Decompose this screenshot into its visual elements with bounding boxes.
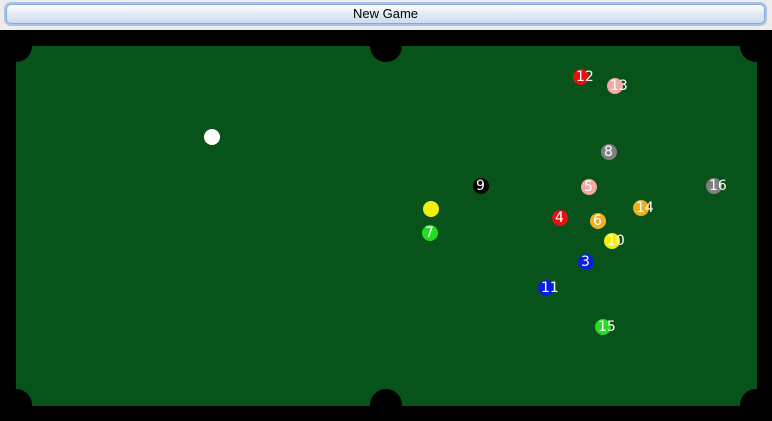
ball-number-label: 8 — [604, 144, 613, 160]
ball-number-label: 16 — [709, 178, 727, 194]
toolbar: New Game — [0, 0, 772, 30]
pocket-bottom-left — [0, 389, 32, 421]
ball-number-label: 9 — [476, 178, 485, 194]
ball-number-label: 13 — [610, 78, 628, 94]
ball-number-label: 10 — [607, 233, 625, 249]
ball-number-label: 15 — [598, 319, 616, 335]
pool-table — [0, 30, 772, 421]
ball-number-label: 4 — [555, 210, 564, 226]
ball-number-label: 7 — [425, 225, 434, 241]
pocket-top-left — [0, 30, 32, 62]
pocket-top-right — [740, 30, 772, 62]
pocket-top-middle — [370, 30, 402, 62]
pocket-bottom-middle — [370, 389, 402, 421]
ball-number-label: 3 — [581, 254, 590, 270]
new-game-button[interactable]: New Game — [6, 4, 765, 24]
cue-ball[interactable] — [204, 129, 220, 145]
ball-number-label: 11 — [541, 280, 559, 296]
table-felt[interactable] — [16, 46, 757, 406]
pocket-bottom-right — [740, 389, 772, 421]
ball-number-label: 12 — [576, 69, 594, 85]
pool-ball — [423, 201, 439, 217]
ball-number-label: 5 — [584, 179, 593, 195]
ball-number-label: 14 — [636, 200, 654, 216]
ball-number-label: 6 — [593, 213, 602, 229]
